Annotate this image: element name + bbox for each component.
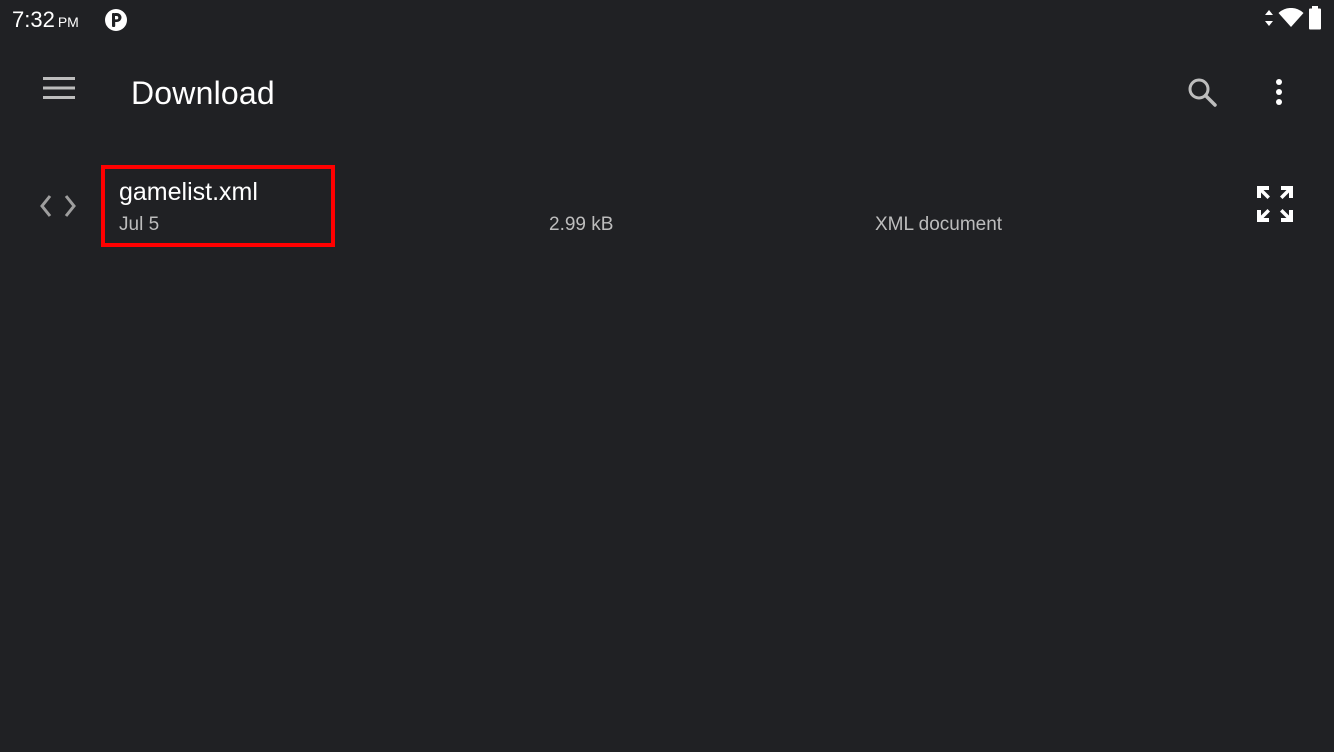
notification-app-icon [104, 8, 128, 32]
status-bar: 7:32 PM [0, 0, 1334, 40]
more-options-button[interactable] [1255, 70, 1303, 118]
status-time: 7:32 [12, 7, 55, 32]
status-clock: 7:32 PM [12, 7, 79, 33]
search-icon [1186, 76, 1218, 113]
preview-button[interactable] [1251, 182, 1299, 230]
file-list-item[interactable]: gamelist.xml Jul 5 2.99 kB XML document [0, 160, 1334, 256]
search-button[interactable] [1178, 70, 1226, 118]
status-ampm: PM [57, 14, 79, 30]
file-size: 2.99 kB [549, 214, 614, 235]
data-arrows-icon [1264, 9, 1274, 32]
menu-button[interactable] [35, 66, 83, 114]
more-vert-icon [1275, 78, 1283, 111]
file-type: XML document [875, 214, 1003, 235]
menu-icon [43, 76, 75, 105]
code-file-icon [38, 186, 78, 226]
app-bar: Download [0, 40, 1334, 148]
expand-preview-icon [1255, 184, 1295, 229]
page-title: Download [131, 75, 275, 111]
file-date: Jul 5 [119, 214, 160, 235]
status-icons [1264, 5, 1322, 35]
file-name: gamelist.xml [119, 178, 258, 206]
battery-icon [1308, 5, 1322, 35]
wifi-icon [1278, 7, 1304, 33]
